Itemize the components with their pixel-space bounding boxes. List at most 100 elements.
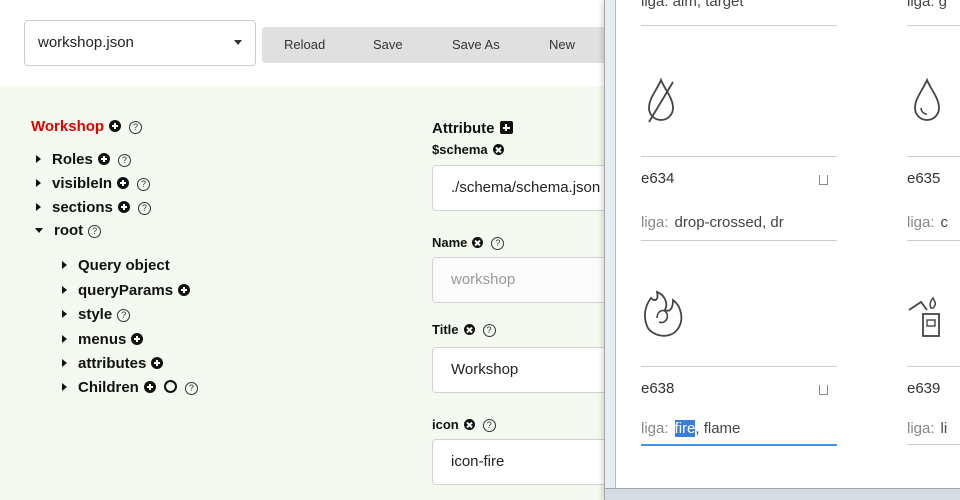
help-icon[interactable]: ? xyxy=(129,121,143,134)
tree-item-attributes[interactable]: attributes xyxy=(62,355,164,372)
expand-arrow-icon[interactable] xyxy=(62,261,67,269)
tree-item-queryparams[interactable]: queryParams xyxy=(62,282,191,299)
fire-icon[interactable] xyxy=(639,288,687,344)
liga-partial: liga: g xyxy=(907,0,948,10)
divider xyxy=(641,240,837,241)
tree-root-label: Workshop xyxy=(31,118,105,135)
toolbar-button-group: Reload Save Save As New xyxy=(262,27,622,63)
schema-label-text: $schema xyxy=(432,142,488,157)
remove-icon[interactable] xyxy=(492,144,504,155)
add-icon[interactable] xyxy=(131,333,144,345)
help-icon[interactable]: ? xyxy=(184,382,198,395)
help-icon[interactable]: ? xyxy=(491,237,505,250)
tree-item-roles[interactable]: Roles? xyxy=(36,151,131,168)
add-attribute-icon[interactable] xyxy=(499,121,513,134)
divider xyxy=(907,25,960,26)
copy-icon[interactable] xyxy=(819,385,828,395)
drop-icon[interactable] xyxy=(909,76,945,128)
tree-item-style[interactable]: style? xyxy=(62,306,131,323)
help-icon[interactable]: ? xyxy=(117,309,131,322)
attribute-heading: Attribute xyxy=(432,120,513,137)
tree-item-query-object[interactable]: Query object xyxy=(62,257,170,274)
tree-item-sections[interactable]: sections? xyxy=(36,199,151,216)
remove-icon[interactable] xyxy=(463,419,475,430)
tree-item-label: Children xyxy=(78,379,139,396)
divider xyxy=(907,444,960,445)
add-icon[interactable] xyxy=(117,201,130,213)
tree-root-workshop[interactable]: Workshop? xyxy=(31,118,143,135)
name-field[interactable]: workshop xyxy=(432,257,622,303)
icon-field[interactable]: icon-fire xyxy=(432,439,622,485)
divider xyxy=(641,25,837,26)
expand-arrow-icon[interactable] xyxy=(62,359,67,367)
reload-button[interactable]: Reload xyxy=(284,37,325,52)
save-as-button[interactable]: Save As xyxy=(452,37,500,52)
schema-label: $schema xyxy=(432,142,504,157)
remove-icon[interactable] xyxy=(463,324,475,335)
tree-item-label: root xyxy=(54,222,84,239)
tree-item-visiblein[interactable]: visibleIn? xyxy=(36,175,151,192)
title-label-text: Title xyxy=(432,322,459,337)
tree-item-label: style xyxy=(78,306,113,323)
liga-prefix: liga: xyxy=(907,420,935,437)
tree-item-label: Roles xyxy=(52,151,93,168)
expand-arrow-icon[interactable] xyxy=(36,179,41,187)
add-icon[interactable] xyxy=(143,381,156,393)
divider xyxy=(641,156,837,157)
expand-arrow-icon[interactable] xyxy=(36,203,41,211)
tree-item-label: attributes xyxy=(78,355,147,372)
help-icon[interactable]: ? xyxy=(137,178,151,191)
expand-arrow-icon[interactable] xyxy=(36,155,41,163)
liga-prefix: liga: xyxy=(641,214,669,231)
icon-liga: liga: drop-crossed, dr xyxy=(641,214,837,231)
file-select[interactable]: workshop.json xyxy=(24,20,256,66)
chevron-down-icon xyxy=(234,40,242,45)
liga-prefix: liga: xyxy=(641,420,669,437)
divider xyxy=(641,366,837,367)
add-icon[interactable] xyxy=(109,120,122,132)
focus-underline xyxy=(641,444,837,446)
add-icon[interactable] xyxy=(97,153,110,165)
tree-item-label: menus xyxy=(78,331,127,348)
save-button[interactable]: Save xyxy=(373,37,403,52)
tree-item-label: sections xyxy=(52,199,113,216)
add-icon[interactable] xyxy=(178,284,191,296)
icon-browser-window: liga: aim, target liga: g e634 liga: drop… xyxy=(604,0,960,500)
tree-item-root[interactable]: root? xyxy=(35,222,102,239)
tree-item-label: Query object xyxy=(78,257,170,274)
circle-icon[interactable] xyxy=(163,380,177,393)
name-label: Name? xyxy=(432,235,505,250)
help-icon[interactable]: ? xyxy=(88,225,102,238)
new-button[interactable]: New xyxy=(549,37,575,52)
window-frame xyxy=(605,0,616,488)
copy-icon[interactable] xyxy=(819,175,828,185)
icon-code: e639 xyxy=(907,380,941,397)
drop-crossed-icon[interactable] xyxy=(643,76,679,128)
liga-text: drop-crossed, dr xyxy=(674,214,784,231)
expand-arrow-icon[interactable] xyxy=(62,286,67,294)
add-icon[interactable] xyxy=(117,177,130,189)
remove-icon[interactable] xyxy=(472,237,484,248)
collapse-arrow-icon[interactable] xyxy=(35,228,43,233)
icon-liga: liga: c xyxy=(907,214,960,231)
tree-item-menus[interactable]: menus xyxy=(62,331,144,348)
help-icon[interactable]: ? xyxy=(482,419,496,432)
lighter-icon[interactable] xyxy=(905,292,951,342)
divider xyxy=(907,366,960,367)
liga-partial: liga: aim, target xyxy=(641,0,744,10)
title-label: Title? xyxy=(432,322,496,337)
expand-arrow-icon[interactable] xyxy=(62,383,67,391)
liga-selected-text: fire xyxy=(674,420,696,437)
tree-item-children[interactable]: Children? xyxy=(62,379,198,396)
schema-field[interactable]: ./schema/schema.json xyxy=(432,165,622,211)
title-field[interactable]: Workshop xyxy=(432,347,622,393)
help-icon[interactable]: ? xyxy=(117,154,131,167)
help-icon[interactable]: ? xyxy=(482,324,496,337)
add-icon[interactable] xyxy=(151,357,164,369)
divider xyxy=(907,240,960,241)
expand-arrow-icon[interactable] xyxy=(62,310,67,318)
icon-liga-input[interactable]: liga: fire, flame xyxy=(641,420,837,437)
help-icon[interactable]: ? xyxy=(137,202,151,215)
expand-arrow-icon[interactable] xyxy=(62,335,67,343)
icon-code: e635 xyxy=(907,170,941,187)
